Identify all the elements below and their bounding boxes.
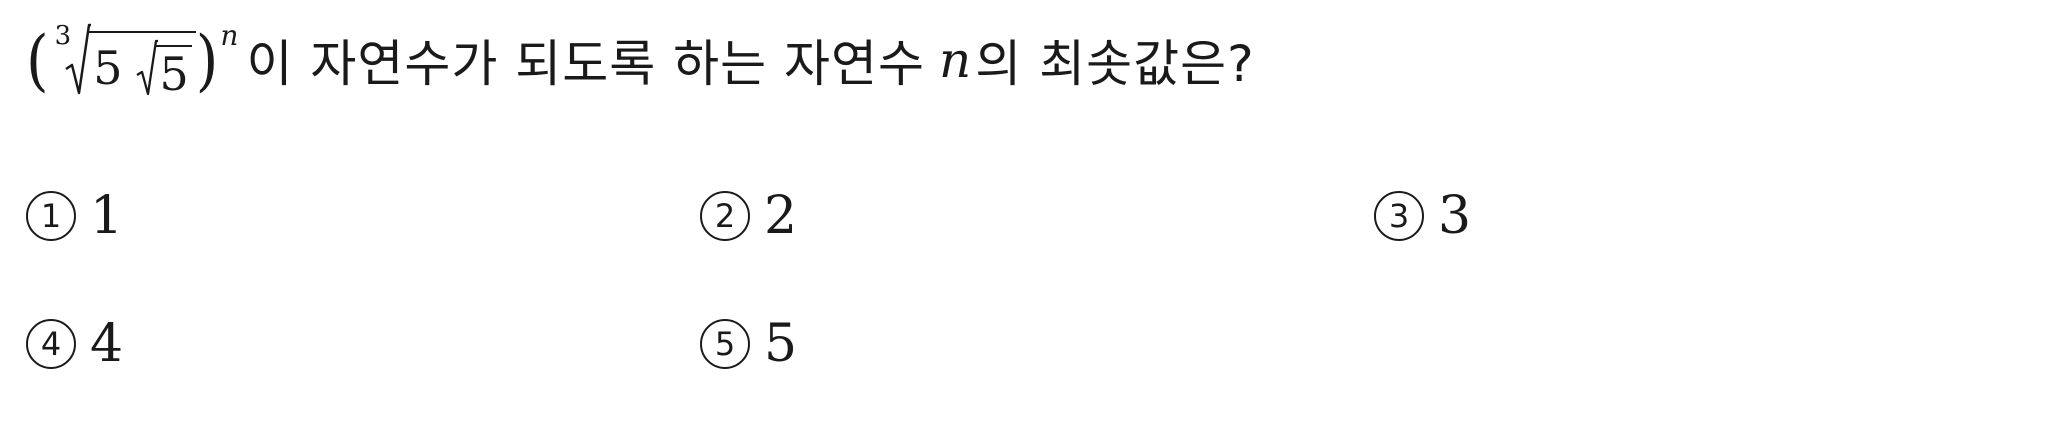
radical-sign-icon: [65, 23, 92, 95]
choice-value: 3: [1438, 186, 1472, 246]
choice-number-circle: 4: [26, 319, 76, 369]
variable-n: n: [939, 31, 972, 89]
square-root: 5: [136, 39, 192, 97]
choice-value: 4: [90, 314, 124, 374]
choice-2[interactable]: 2 2: [700, 190, 797, 242]
left-paren: (: [26, 20, 49, 100]
choice-5[interactable]: 5 5: [700, 318, 797, 370]
choice-1[interactable]: 1 1: [26, 190, 123, 242]
choice-value: 5: [764, 314, 798, 374]
inner-radicand-value: 5: [156, 45, 192, 97]
choice-3[interactable]: 3 3: [1374, 190, 1471, 242]
question-text-part2: 의 최솟값은?: [975, 35, 1255, 93]
choice-number-circle: 1: [26, 191, 76, 241]
choice-number-circle: 5: [700, 319, 750, 369]
outer-radicand: 5 5: [89, 31, 196, 97]
choice-value: 1: [90, 186, 124, 246]
right-paren: ): [195, 20, 219, 100]
question-stem: ( 3 5 5 ) n 이 자연수가 되도록 하는 자연수 n 의 최솟값은?: [26, 10, 1255, 110]
choice-number-circle: 2: [700, 191, 750, 241]
cube-root: 5 5: [65, 23, 196, 97]
radical-sign-icon: [136, 39, 159, 96]
choice-4[interactable]: 4 4: [26, 318, 123, 370]
outer-radicand-value: 5: [93, 41, 123, 95]
choice-value: 2: [764, 186, 798, 246]
math-expression: ( 3 5 5 ) n: [26, 19, 246, 100]
exponent: n: [220, 19, 239, 52]
choice-number-circle: 3: [1374, 191, 1424, 241]
question-text-part1: 이 자연수가 되도록 하는 자연수: [246, 35, 926, 93]
